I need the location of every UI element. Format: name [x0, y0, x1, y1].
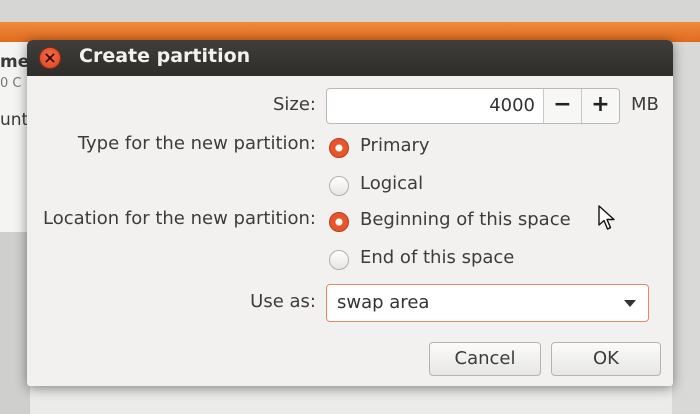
minus-icon: − — [553, 92, 572, 117]
radio-beginning[interactable]: Beginning of this space — [329, 209, 609, 237]
size-input[interactable]: 4000 — [327, 89, 539, 123]
use-as-dropdown[interactable]: swap area — [326, 284, 649, 322]
use-as-value: swap area — [337, 292, 430, 313]
radio-end[interactable]: End of this space — [329, 247, 609, 275]
radio-end-label: End of this space — [360, 247, 515, 268]
dropdown-arrow-icon — [624, 300, 636, 307]
background-side-fragment: unt — [0, 110, 29, 130]
background-lower-panel — [0, 232, 30, 414]
decrement-button[interactable]: − — [543, 89, 581, 123]
radio-logical-indicator[interactable] — [329, 176, 349, 196]
background-title-fragment: me — [0, 52, 30, 72]
ok-button[interactable]: OK — [551, 342, 661, 376]
dialog-title: Create partition — [79, 45, 251, 67]
background-sub-fragment: 0 C — [0, 76, 22, 91]
radio-primary-indicator[interactable] — [329, 138, 349, 158]
location-label: Location for the new partition: — [43, 208, 316, 229]
background-top-panel — [0, 0, 700, 22]
radio-beginning-label: Beginning of this space — [360, 209, 571, 230]
plus-icon: + — [591, 92, 610, 117]
radio-end-indicator[interactable] — [329, 250, 349, 270]
radio-beginning-indicator[interactable] — [329, 212, 349, 232]
close-icon: × — [43, 48, 57, 67]
radio-primary-label: Primary — [360, 135, 430, 156]
type-label: Type for the new partition: — [77, 133, 316, 154]
size-label: Size: — [272, 94, 316, 115]
size-spinbox[interactable]: 4000 − + — [326, 88, 620, 124]
dialog-titlebar[interactable]: × Create partition — [27, 40, 673, 76]
size-unit: MB — [631, 94, 659, 115]
radio-logical-label: Logical — [360, 173, 424, 194]
radio-logical[interactable]: Logical — [329, 173, 529, 201]
background-right-panel — [672, 42, 700, 414]
mouse-pointer-icon — [598, 205, 615, 230]
increment-button[interactable]: + — [581, 89, 619, 123]
create-partition-dialog: × Create partition Size: 4000 − + MB Typ… — [27, 40, 673, 386]
background-window-titlebar — [0, 22, 700, 42]
use-as-label: Use as: — [250, 291, 316, 312]
close-button[interactable]: × — [39, 47, 61, 69]
radio-primary[interactable]: Primary — [329, 135, 529, 163]
cancel-button[interactable]: Cancel — [429, 342, 541, 376]
